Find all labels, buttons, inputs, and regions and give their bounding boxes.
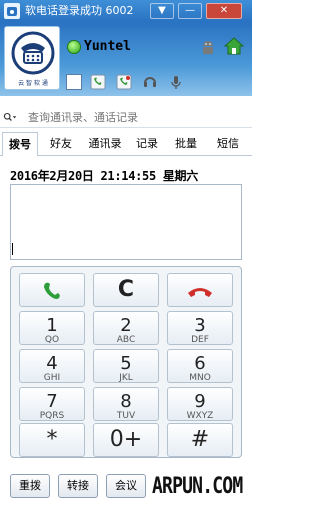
username: Yuntel [84, 39, 131, 54]
key-digit: 5 [120, 353, 132, 374]
key-digit: 6 [194, 353, 206, 374]
tab-records[interactable]: 记录 [130, 132, 164, 156]
search-bar [0, 106, 252, 128]
key-0[interactable]: 0+ [93, 423, 159, 457]
key-3[interactable]: 3 DEF [167, 311, 233, 345]
title-bar: 软电话登录成功 6002 ▼ — ✕ [0, 0, 252, 22]
logo-caption: 云 智 软 通 [18, 80, 48, 87]
hangup-icon [188, 288, 212, 297]
key-letters: QO [44, 335, 60, 345]
key-letters: PQRS [39, 411, 65, 421]
key-9[interactable]: 9 WXYZ [167, 387, 233, 421]
key-1[interactable]: 1 QO [19, 311, 85, 345]
key-star[interactable]: * [19, 423, 85, 457]
key-8[interactable]: 8 TUV [93, 387, 159, 421]
key-6[interactable]: 6 MNO [167, 349, 233, 383]
tab-batch[interactable]: 批量 [168, 132, 204, 156]
clear-label: C [117, 277, 135, 302]
microphone-icon[interactable] [168, 74, 184, 90]
company-logo: 云 智 软 通 [4, 26, 60, 90]
search-icon[interactable] [3, 110, 17, 124]
conference-button[interactable]: 会议 [106, 474, 146, 498]
tab-dial[interactable]: 拨号 [2, 132, 38, 156]
key-digit: 8 [120, 391, 132, 412]
key-digit: 9 [194, 391, 206, 412]
auto-answer-checkbox[interactable] [66, 74, 82, 90]
key-letters: TUV [116, 411, 136, 421]
close-button[interactable]: ✕ [206, 3, 242, 19]
key-letters: WXYZ [186, 411, 214, 421]
home-icon[interactable] [224, 37, 244, 55]
android-icon[interactable] [199, 38, 217, 56]
dial-keypad: C 1 QO 2 ABC 3 DEF 4 GHI 5 JKL 6 MNO 7 P… [10, 266, 242, 458]
key-digit: 0+ [109, 427, 143, 452]
tab-friends[interactable]: 好友 [42, 132, 80, 156]
key-hash[interactable]: # [167, 423, 233, 457]
key-digit: 2 [120, 315, 132, 336]
key-letters: GHI [43, 373, 61, 383]
account-header: 云 智 软 通 Yuntel [0, 22, 252, 96]
number-input-field[interactable] [10, 184, 242, 260]
tab-bar: 拨号 好友 通讯录 记录 批量 短信 [0, 132, 252, 156]
hangup-button[interactable] [167, 273, 233, 307]
key-letters: JKL [119, 373, 133, 383]
key-digit: 4 [46, 353, 58, 374]
key-digit: 7 [46, 391, 58, 412]
app-logo-icon [4, 3, 20, 19]
redial-button[interactable]: 重拨 [10, 474, 50, 498]
current-datetime: 2016年2月20日 21:14:55 星期六 [10, 169, 198, 183]
key-digit: # [190, 427, 210, 452]
headset-icon[interactable] [142, 74, 158, 90]
key-letters: DEF [191, 335, 209, 345]
online-status-icon[interactable] [67, 40, 81, 54]
minimize-button[interactable]: — [178, 3, 202, 19]
menu-dropdown-button[interactable]: ▼ [150, 3, 174, 19]
window-title: 软电话登录成功 6002 [25, 4, 134, 17]
key-letters: ABC [116, 335, 136, 345]
clear-button[interactable]: C [93, 273, 159, 307]
transfer-button[interactable]: 转接 [58, 474, 98, 498]
key-5[interactable]: 5 JKL [93, 349, 159, 383]
phone-logo-icon [11, 31, 55, 75]
call-forward-icon[interactable] [116, 74, 132, 90]
key-4[interactable]: 4 GHI [19, 349, 85, 383]
tab-sms[interactable]: 短信 [208, 132, 248, 156]
key-2[interactable]: 2 ABC [93, 311, 159, 345]
key-digit: * [46, 427, 58, 452]
watermark-text: ARPUN.COM [152, 474, 243, 499]
key-7[interactable]: 7 PQRS [19, 387, 85, 421]
call-button[interactable] [19, 273, 85, 307]
phone-settings-icon[interactable] [90, 74, 106, 90]
search-input[interactable] [28, 109, 243, 125]
tab-contacts[interactable]: 通讯录 [82, 132, 128, 156]
key-digit: 1 [46, 315, 58, 336]
phone-call-icon [44, 282, 60, 299]
key-letters: MNO [189, 373, 211, 383]
text-caret [12, 243, 13, 255]
key-digit: 3 [194, 315, 206, 336]
